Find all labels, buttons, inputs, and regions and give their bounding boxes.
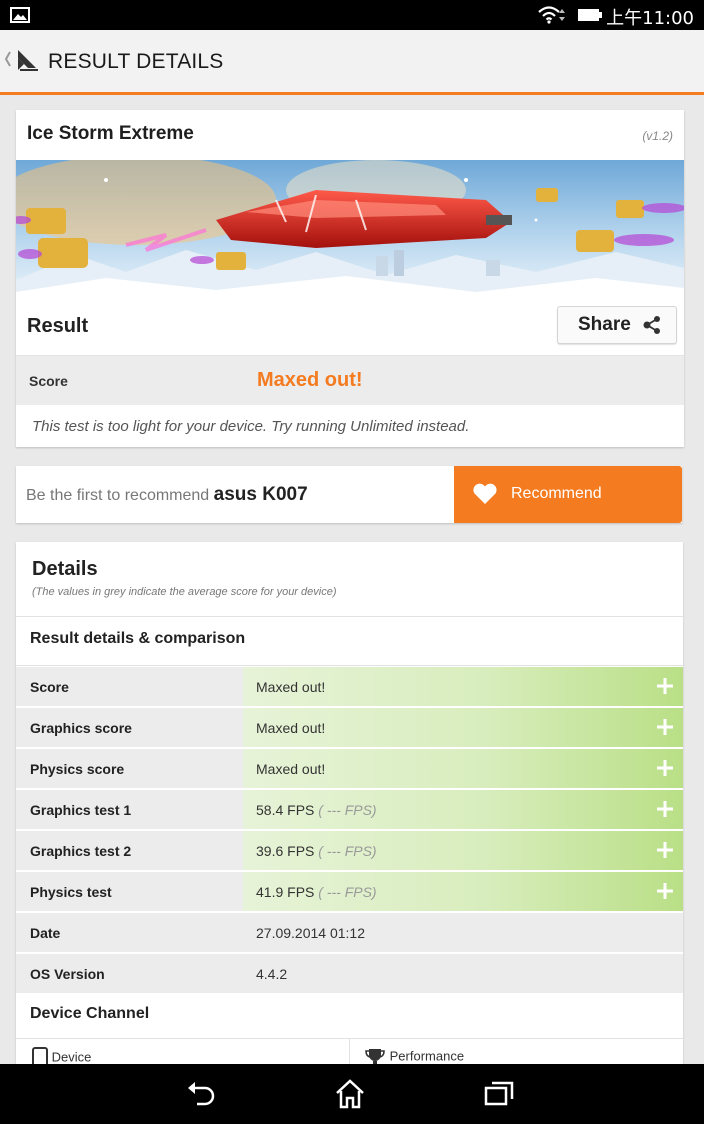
- share-button-label: Share: [578, 314, 631, 335]
- details-subheading: (The values in grey indicate the average…: [32, 586, 337, 598]
- comparison-section-title: Result details & comparison: [30, 630, 246, 647]
- recommend-text: Be the first to recommend asus K007: [26, 484, 308, 506]
- recommend-prefix: Be the first to recommend: [26, 487, 210, 504]
- detail-row-value: 27.09.2014 01:12: [256, 925, 365, 941]
- detail-row-graphics-test-2[interactable]: Graphics test 2 39.6 FPS ( --- FPS): [16, 831, 683, 870]
- expand-plus-icon[interactable]: [656, 677, 674, 700]
- detail-row-graphics-test-1[interactable]: Graphics test 1 58.4 FPS ( --- FPS): [16, 790, 683, 829]
- tab-device[interactable]: Device: [32, 1047, 91, 1064]
- test-result-card: Ice Storm Extreme (v1.2) Result Share Sc…: [16, 110, 684, 447]
- detail-row-label: Graphics test 1: [30, 802, 132, 818]
- detail-row-date: Date 27.09.2014 01:12: [16, 913, 683, 952]
- test-name: Ice Storm Extreme: [27, 123, 194, 144]
- page-title: RESULT DETAILS: [48, 50, 224, 73]
- tab-performance-label: Performance: [389, 1048, 465, 1064]
- expand-plus-icon[interactable]: [656, 882, 674, 905]
- details-card: Details (The values in grey indicate the…: [16, 542, 683, 1064]
- detail-row-value: 39.6 FPS ( --- FPS): [256, 843, 377, 859]
- score-label: Score: [29, 373, 68, 389]
- average-value: ( --- FPS): [318, 802, 377, 818]
- share-button[interactable]: Share: [557, 306, 677, 344]
- light-test-note: This test is too light for your device. …: [32, 418, 470, 435]
- detail-row-value: 58.4 FPS ( --- FPS): [256, 802, 377, 818]
- gallery-notification-icon: [10, 7, 30, 28]
- recommend-button-label: Recommend: [511, 485, 602, 502]
- phone-icon: [32, 1047, 48, 1064]
- recommend-button[interactable]: Recommend: [454, 466, 682, 523]
- detail-row-label: Graphics score: [30, 720, 132, 736]
- detail-row-value: Maxed out!: [256, 720, 326, 736]
- status-bar: 上午11:00: [0, 0, 704, 30]
- result-label: Result: [27, 315, 89, 337]
- detail-row-score[interactable]: Score Maxed out!: [16, 667, 683, 706]
- note-row: This test is too light for your device. …: [16, 406, 684, 447]
- detail-row-os-version: OS Version 4.4.2: [16, 954, 683, 993]
- expand-plus-icon[interactable]: [656, 800, 674, 823]
- back-nav-icon[interactable]: [185, 1078, 217, 1113]
- tab-performance[interactable]: Performance: [364, 1047, 464, 1064]
- average-value: ( --- FPS): [318, 843, 377, 859]
- wifi-icon: [537, 5, 567, 30]
- test-version: (v1.2): [642, 129, 673, 143]
- detail-row-value: Maxed out!: [256, 761, 326, 777]
- expand-plus-icon[interactable]: [656, 841, 674, 864]
- details-heading: Details: [32, 558, 98, 580]
- detail-row-label: Date: [30, 925, 61, 941]
- heart-icon: [472, 483, 498, 510]
- tab-divider: [349, 1039, 350, 1064]
- detail-row-label: Physics test: [30, 884, 112, 900]
- detail-row-value: 41.9 FPS ( --- FPS): [256, 884, 377, 900]
- average-value: ( --- FPS): [318, 884, 377, 900]
- detail-row-physics-score[interactable]: Physics score Maxed out!: [16, 749, 683, 788]
- device-channel-tabs: Device Performance: [16, 1038, 683, 1064]
- navigation-bar: [0, 1064, 704, 1124]
- recent-apps-icon[interactable]: [483, 1078, 515, 1113]
- test-banner-image: [16, 160, 684, 301]
- detail-row-value: 4.4.2: [256, 966, 288, 982]
- recommend-card: Be the first to recommend asus K007 Reco…: [16, 466, 682, 523]
- home-nav-icon[interactable]: [334, 1078, 366, 1115]
- status-clock: 上午11:00: [606, 8, 694, 29]
- recommend-device: asus K007: [213, 484, 308, 505]
- score-value: Maxed out!: [257, 369, 363, 391]
- detail-row-value: Maxed out!: [256, 679, 326, 695]
- detail-row-label: Score: [30, 679, 69, 695]
- detail-row-graphics-score[interactable]: Graphics score Maxed out!: [16, 708, 683, 747]
- share-icon: [642, 315, 662, 340]
- trophy-icon: [365, 1049, 385, 1064]
- detail-row-label: Graphics test 2: [30, 843, 132, 859]
- device-channel-title: Device Channel: [30, 1005, 150, 1022]
- divider: [16, 616, 683, 617]
- score-row: Score Maxed out!: [16, 356, 684, 405]
- detail-row-label: OS Version: [30, 966, 105, 982]
- expand-plus-icon[interactable]: [656, 718, 674, 741]
- action-bar: RESULT DETAILS: [0, 30, 704, 95]
- detail-row-physics-test[interactable]: Physics test 41.9 FPS ( --- FPS): [16, 872, 683, 911]
- back-logo-icon[interactable]: [4, 48, 40, 79]
- detail-row-label: Physics score: [30, 761, 125, 777]
- battery-icon: [578, 8, 602, 27]
- divider: [16, 665, 683, 666]
- expand-plus-icon[interactable]: [656, 759, 674, 782]
- tab-device-label: Device: [51, 1049, 92, 1064]
- result-header-row: Result Share: [16, 301, 684, 356]
